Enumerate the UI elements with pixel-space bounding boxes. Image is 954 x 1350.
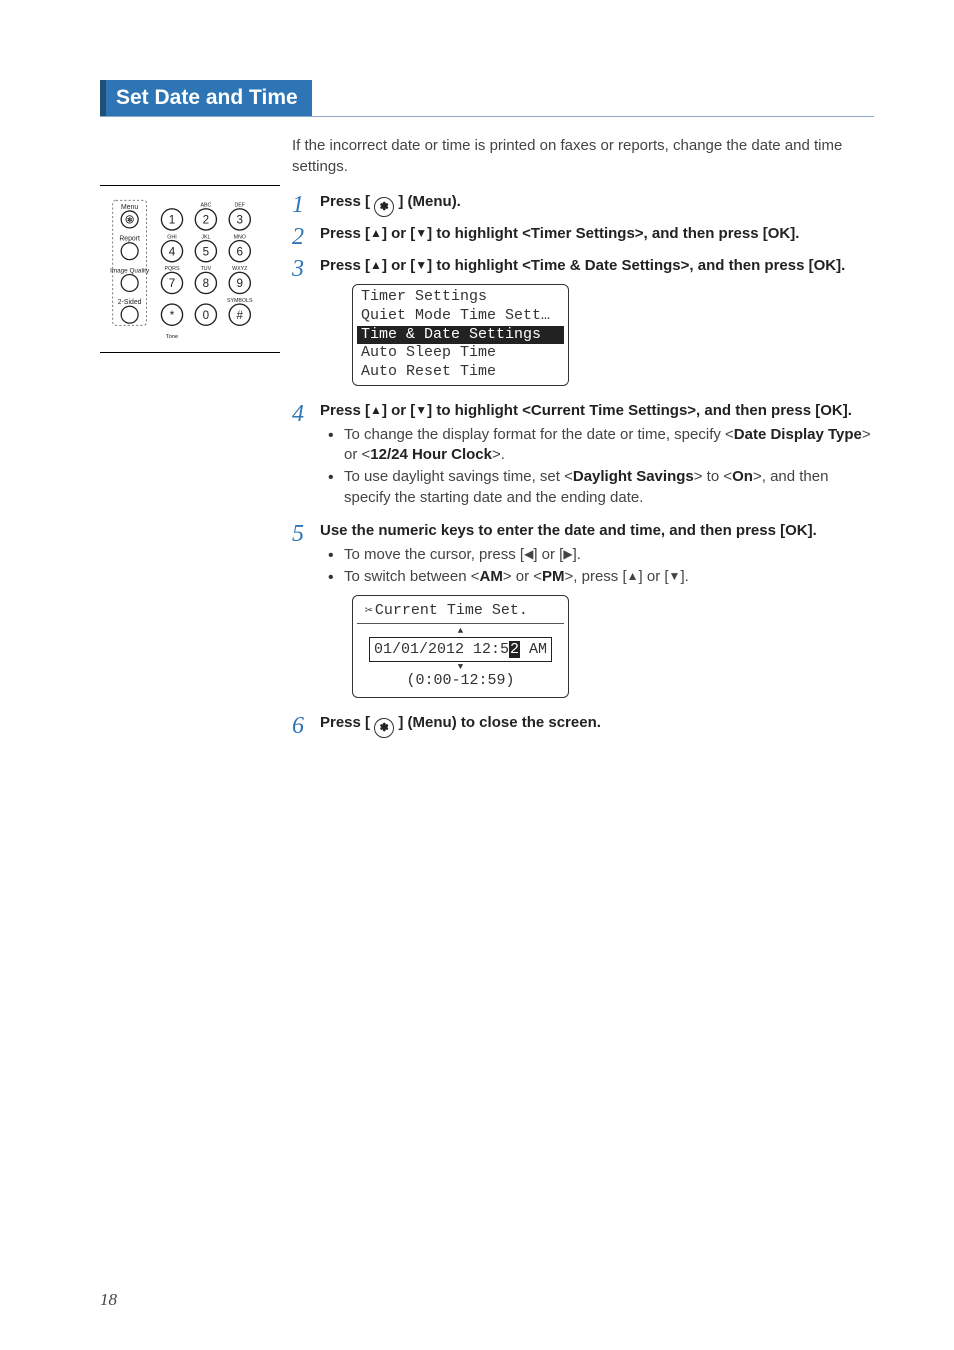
- up-arrow-icon: ▲: [370, 257, 382, 274]
- svg-text:#: #: [237, 309, 244, 322]
- screen-row: Timer Settings: [353, 288, 568, 307]
- step-number-3: 3: [292, 255, 320, 281]
- lcd-screen-current-time: ✂Current Time Set. ▲ 01/01/2012 12:52 AM…: [352, 595, 569, 698]
- up-arrow-icon: ▲: [370, 402, 382, 419]
- svg-text:Menu: Menu: [121, 204, 138, 211]
- svg-text:5: 5: [203, 245, 209, 258]
- screen-row: Auto Sleep Time: [353, 344, 568, 363]
- down-arrow-icon: ▼: [415, 225, 427, 242]
- page-number: 18: [100, 1290, 117, 1310]
- step-6-text: Press [ ✽ ] (Menu) to close the screen.: [320, 712, 874, 738]
- svg-text:Image Quality: Image Quality: [110, 267, 150, 274]
- svg-text:WXYZ: WXYZ: [232, 266, 248, 272]
- step-number-1: 1: [292, 191, 320, 217]
- screen-row: Auto Reset Time: [353, 363, 568, 382]
- svg-text:Tone: Tone: [166, 334, 179, 340]
- svg-text:PQRS: PQRS: [165, 266, 180, 272]
- time-entry-box: 01/01/2012 12:52 AM: [369, 637, 552, 662]
- svg-text:2-Sided: 2-Sided: [118, 299, 142, 306]
- svg-text:3: 3: [237, 214, 243, 227]
- svg-text:Report: Report: [119, 236, 140, 243]
- svg-text:ABC: ABC: [200, 203, 211, 209]
- step-2-text: Press [▲] or [▼] to highlight <Timer Set…: [320, 223, 874, 244]
- step-number-2: 2: [292, 223, 320, 249]
- menu-button-icon: ✽: [374, 197, 394, 217]
- right-arrow-icon: ▶: [563, 546, 572, 562]
- up-arrow-icon: ▲: [627, 568, 639, 584]
- svg-text:1: 1: [169, 214, 175, 227]
- step-1-text: Press [ ✽ ] (Menu).: [320, 191, 874, 217]
- step-number-5: 5: [292, 520, 320, 546]
- step-5-bullet-2: To switch between <AM> or <PM>, press [▲…: [340, 567, 874, 587]
- screen-header: ✂Current Time Set.: [357, 598, 564, 624]
- left-arrow-icon: ◀: [524, 546, 533, 562]
- step-4-text: Press [▲] or [▼] to highlight <Current T…: [320, 400, 874, 421]
- screen-row: Quiet Mode Time Sett…: [353, 307, 568, 326]
- screen-row-selected: Time & Date Settings: [357, 326, 564, 345]
- svg-text:4: 4: [169, 245, 176, 258]
- svg-text:GHI: GHI: [167, 234, 176, 240]
- svg-text:9: 9: [237, 277, 243, 290]
- intro-text: If the incorrect date or time is printed…: [292, 135, 874, 177]
- svg-text:JKL: JKL: [201, 234, 210, 240]
- svg-text:DEF: DEF: [234, 203, 245, 209]
- tools-icon: ✂: [365, 602, 373, 620]
- step-number-6: 6: [292, 712, 320, 738]
- step-5-bullet-1: To move the cursor, press [◀] or [▶].: [340, 545, 874, 565]
- svg-text:0: 0: [203, 309, 210, 322]
- svg-text:TUV: TUV: [201, 266, 212, 272]
- down-arrow-icon: ▼: [669, 568, 681, 584]
- up-arrow-icon: ▲: [370, 225, 382, 242]
- down-arrow-icon: ▼: [415, 402, 427, 419]
- step-5-text: Use the numeric keys to enter the date a…: [320, 520, 874, 541]
- step-number-4: 4: [292, 400, 320, 426]
- svg-text:✽: ✽: [127, 217, 132, 224]
- time-range: (0:00-12:59): [353, 670, 568, 691]
- svg-text:7: 7: [169, 277, 175, 290]
- cursor-digit: 2: [509, 641, 520, 658]
- lcd-screen-timer-settings: Timer Settings Quiet Mode Time Sett… Tim…: [352, 284, 569, 386]
- svg-text:SYMBOLS: SYMBOLS: [227, 298, 253, 304]
- svg-text:8: 8: [203, 277, 209, 290]
- step-4-bullet-2: To use daylight savings time, set <Dayli…: [340, 467, 874, 508]
- svg-text:*: *: [170, 309, 175, 322]
- step-3-text: Press [▲] or [▼] to highlight <Time & Da…: [320, 255, 874, 276]
- svg-text:MNO: MNO: [234, 234, 246, 240]
- section-title: Set Date and Time: [100, 80, 312, 116]
- menu-button-icon: ✽: [374, 718, 394, 738]
- svg-text:2: 2: [203, 214, 209, 227]
- step-4-bullet-1: To change the display format for the dat…: [340, 425, 874, 466]
- keypad-illustration: Menu Report Image Quality 2-Sided ✽ 1 2 AB…: [100, 185, 280, 353]
- svg-text:6: 6: [237, 245, 243, 258]
- down-arrow-icon: ▼: [415, 257, 427, 274]
